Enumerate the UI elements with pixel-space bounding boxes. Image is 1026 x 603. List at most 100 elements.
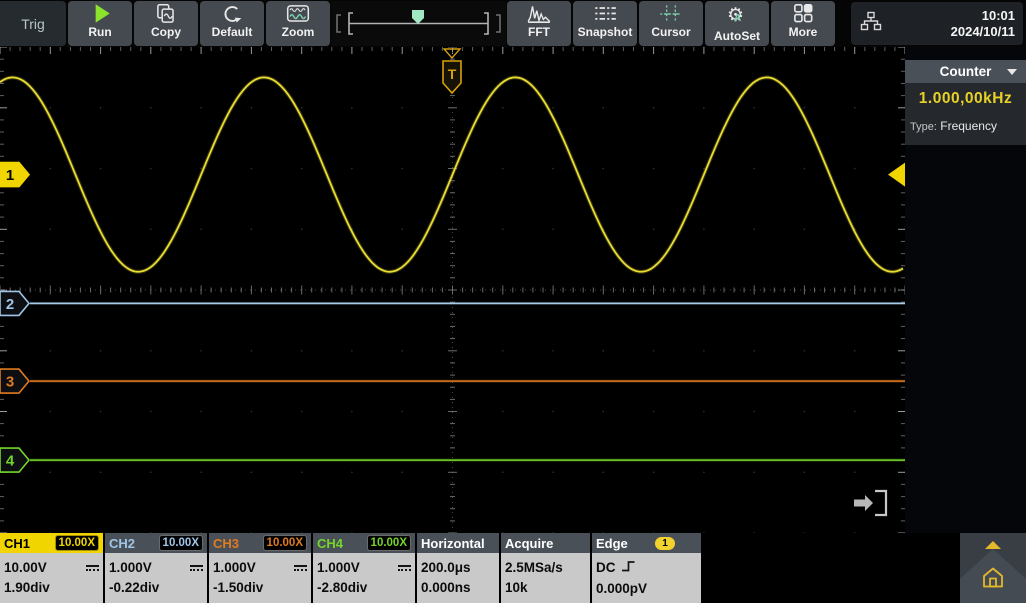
timebase-value: 200.0μs xyxy=(421,559,471,575)
ch2-status-block[interactable]: CH2 10.00X 1.000V -0.22div xyxy=(105,533,207,603)
ch1-dc-coupling-icon xyxy=(86,564,99,571)
ch2-probe-badge: 10.00X xyxy=(158,535,203,551)
run-button[interactable]: Run xyxy=(68,1,132,46)
zoom-label: Zoom xyxy=(281,25,315,39)
counter-type-label: Type: xyxy=(910,121,937,133)
more-button[interactable]: More xyxy=(771,1,835,46)
date-display: 2024/10/11 xyxy=(950,23,1015,39)
copy-button[interactable]: Copy xyxy=(134,1,198,46)
fft-icon xyxy=(526,3,552,25)
snapshot-label: Snapshot xyxy=(577,25,633,39)
ch2-offset: -0.22div xyxy=(109,580,160,596)
sample-rate-value: 2.5MSa/s xyxy=(505,559,563,575)
oscilloscope-screen: Trig Run Copy Default Zoom FFT Snapshot … xyxy=(0,0,1026,603)
time-display: 10:01 xyxy=(981,7,1015,23)
right-sidebar: Counter 1.000,00kHz Type: Frequency xyxy=(905,47,1026,533)
ch4-scale: 1.000V xyxy=(317,559,360,575)
ch3-dc-coupling-icon xyxy=(294,564,307,571)
ch2-dc-coupling-icon xyxy=(190,564,203,571)
ch4-label: CH4 xyxy=(317,535,344,551)
svg-text:1: 1 xyxy=(6,167,14,184)
ch2-label: CH2 xyxy=(109,535,136,551)
chevron-down-icon xyxy=(1007,69,1017,75)
collapse-up-icon[interactable] xyxy=(985,541,1001,549)
svg-text:3: 3 xyxy=(6,374,14,391)
rising-edge-icon xyxy=(621,559,636,577)
counter-value: 1.000,00kHz xyxy=(918,90,1013,107)
autoset-icon: ⚙ A xyxy=(727,5,745,26)
ch4-dc-coupling-icon xyxy=(398,564,411,571)
horizontal-status-block[interactable]: Horizontal 200.0μs 0.000ns xyxy=(417,533,499,603)
main-area: 1 2 3 4 T Counter 1.000,00kHz Type: Frequenc… xyxy=(0,47,1026,533)
trigger-level-marker[interactable] xyxy=(888,162,905,187)
waveform-display[interactable]: 1 2 3 4 T xyxy=(0,47,905,533)
counter-type-value: Frequency xyxy=(940,119,997,133)
svg-text:2: 2 xyxy=(6,296,14,313)
zoom-button[interactable]: Zoom xyxy=(266,1,330,46)
ch2-position-marker[interactable]: 2 xyxy=(0,290,31,317)
horizontal-position-slider[interactable] xyxy=(331,1,506,46)
ch3-position-marker[interactable]: 3 xyxy=(0,368,31,394)
fft-button[interactable]: FFT xyxy=(507,1,571,46)
cursor-label: Cursor xyxy=(651,25,691,39)
horizontal-delay-value: 0.000ns xyxy=(421,580,471,596)
zoom-icon xyxy=(285,3,311,25)
horizontal-label: Horizontal xyxy=(421,535,485,551)
home-button[interactable] xyxy=(981,565,1005,596)
ch2-scale: 1.000V xyxy=(109,559,152,575)
home-icon xyxy=(983,567,1003,588)
ch1-scale: 10.00V xyxy=(4,559,47,575)
default-label: Default xyxy=(211,25,253,39)
svg-text:4: 4 xyxy=(6,453,15,470)
ch3-scale: 1.000V xyxy=(213,559,256,575)
expand-arrow-icon[interactable] xyxy=(854,489,888,517)
bottom-status-bar: CH1 10.00X 10.00V 1.90div CH2 10.00X 1.0… xyxy=(0,533,1026,603)
trigger-level-value: 0.000pV xyxy=(596,581,648,596)
edge-label: Edge xyxy=(596,535,628,551)
trigger-source-badge: 1 xyxy=(655,536,675,550)
trigger-status-block[interactable]: Edge 1 DC 0.000pV xyxy=(592,533,701,603)
memory-depth-value: 10k xyxy=(505,580,528,596)
run-icon xyxy=(87,3,113,25)
trigger-position-marker xyxy=(412,10,424,24)
svg-text:T: T xyxy=(448,66,457,82)
trig-button[interactable]: Trig xyxy=(0,1,66,46)
ch1-label: CH1 xyxy=(4,535,31,551)
counter-dropdown[interactable]: Counter xyxy=(905,60,1026,83)
copy-icon xyxy=(153,3,179,25)
acquire-status-block[interactable]: Acquire 2.5MSa/s 10k xyxy=(501,533,590,603)
ch1-status-block[interactable]: CH1 10.00X 10.00V 1.90div xyxy=(0,533,103,603)
more-grid-icon xyxy=(790,3,816,25)
ch4-status-block[interactable]: CH4 10.00X 1.000V -2.80div xyxy=(313,533,415,603)
default-button[interactable]: Default xyxy=(200,1,264,46)
ch1-offset: 1.90div xyxy=(4,580,50,596)
cursor-button[interactable]: Cursor xyxy=(639,1,703,46)
fft-label: FFT xyxy=(528,25,550,39)
cursor-icon xyxy=(658,3,684,25)
more-label: More xyxy=(788,25,818,39)
autoset-button[interactable]: ⚙ A AutoSet xyxy=(705,1,769,46)
run-label: Run xyxy=(88,25,112,39)
ch4-position-marker[interactable]: 4 xyxy=(0,447,31,473)
ch3-offset: -1.50div xyxy=(213,580,264,596)
snapshot-button[interactable]: Snapshot xyxy=(573,1,637,46)
counter-body: 1.000,00kHz Type: Frequency xyxy=(905,83,1026,145)
corner-menu-panel xyxy=(960,533,1026,603)
ch1-position-marker[interactable]: 1 xyxy=(0,161,31,188)
snapshot-icon xyxy=(592,3,618,25)
ch1-trace-glow xyxy=(0,75,904,274)
ch4-probe-badge: 10.00X xyxy=(366,535,411,551)
counter-panel: Counter 1.000,00kHz Type: Frequency xyxy=(905,60,1026,145)
ch1-probe-badge: 10.00X xyxy=(54,535,99,551)
top-toolbar: Trig Run Copy Default Zoom FFT Snapshot … xyxy=(0,0,1026,47)
ch3-label: CH3 xyxy=(213,535,240,551)
ch3-status-block[interactable]: CH3 10.00X 1.000V -1.50div xyxy=(209,533,311,603)
counter-title: Counter xyxy=(939,64,992,79)
network-icon xyxy=(859,9,883,38)
trigger-coupling-value: DC xyxy=(596,560,616,575)
clock-panel[interactable]: 10:01 2024/10/11 xyxy=(851,2,1023,45)
trig-label: Trig xyxy=(21,15,45,32)
autoset-label: AutoSet xyxy=(714,29,760,43)
trigger-position-flag[interactable]: T xyxy=(442,48,462,95)
acquire-label: Acquire xyxy=(505,535,554,551)
